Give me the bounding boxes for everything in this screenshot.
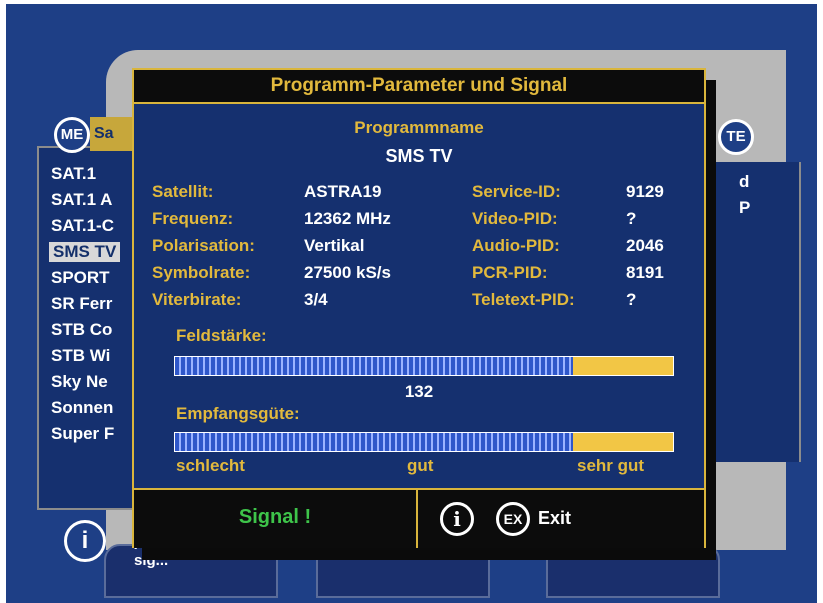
param-label-audio-pid: Audio-PID:: [472, 236, 560, 255]
channel-item[interactable]: Sonnen: [51, 398, 113, 418]
param-label-symbolrate: Symbolrate:: [152, 263, 251, 282]
param-value-video-pid: ?: [626, 209, 637, 228]
field-strength-bar: [174, 356, 674, 376]
field-strength-value: 132: [404, 382, 434, 401]
channel-item-selected[interactable]: SMS TV: [49, 242, 121, 262]
info-icon[interactable]: i: [440, 502, 474, 536]
param-value-satellite: ASTRA19: [304, 182, 382, 201]
right-side-panel: d P: [709, 162, 801, 462]
param-value-audio-pid: 2046: [626, 236, 664, 255]
scale-low-label: schlecht: [176, 456, 245, 475]
param-label-satellite: Satellit:: [152, 182, 214, 201]
channel-item[interactable]: Super F: [51, 424, 114, 444]
scale-mid-label: gut: [407, 456, 434, 475]
quality-fill: [175, 433, 574, 451]
tv-screen: SAT.1 SAT.1 A SAT.1-C SMS TV SPORT SR Fe…: [6, 4, 817, 603]
param-label-service-id: Service-ID:: [472, 182, 561, 201]
param-value-polarisation: Vertikal: [304, 236, 365, 255]
bottom-tab-3: [546, 544, 720, 598]
param-label-video-pid: Video-PID:: [472, 209, 558, 228]
channel-item[interactable]: SAT.1-C: [51, 216, 114, 236]
right-item: P: [739, 198, 751, 217]
signal-status: Signal !: [238, 506, 312, 528]
channel-item[interactable]: SR Ferr: [51, 294, 112, 314]
param-label-teletext-pid: Teletext-PID:: [472, 290, 575, 309]
channel-item[interactable]: Sky Ne: [51, 372, 108, 392]
param-value-pcr-pid: 8191: [626, 263, 664, 282]
exit-button-icon[interactable]: EX: [496, 502, 530, 536]
channel-item[interactable]: SAT.1 A: [51, 190, 112, 210]
bottom-hint-line2: sig...: [134, 552, 169, 569]
param-value-frequency: 12362 MHz: [304, 209, 391, 228]
footer-divider: [416, 490, 418, 548]
info-icon[interactable]: i: [64, 520, 106, 562]
bottom-tab-2: [316, 544, 490, 598]
te-button-icon[interactable]: TE: [718, 119, 754, 155]
field-strength-label: Feldstärke:: [176, 326, 267, 345]
param-value-teletext-pid: ?: [626, 290, 637, 309]
scale-high-label: sehr gut: [577, 456, 645, 475]
param-label-polarisation: Polarisation:: [152, 236, 255, 255]
program-caption: Programmname: [354, 118, 484, 137]
param-value-service-id: 9129: [626, 182, 664, 201]
dialog-title: Programm-Parameter und Signal: [134, 70, 704, 104]
program-name: SMS TV: [385, 146, 453, 166]
me-button-icon[interactable]: ME: [54, 117, 90, 153]
param-value-viterbirate: 3/4: [304, 290, 328, 309]
param-label-pcr-pid: PCR-PID:: [472, 263, 548, 282]
channel-item[interactable]: SAT.1: [51, 164, 96, 184]
param-label-viterbirate: Viterbirate:: [152, 290, 242, 309]
param-value-symbolrate: 27500 kS/s: [304, 263, 391, 282]
channel-item[interactable]: SPORT: [51, 268, 110, 288]
dialog-footer: Signal ! i EX Exit: [134, 488, 704, 548]
signal-dialog: Programm-Parameter und Signal Programmna…: [132, 68, 706, 548]
quality-label: Empfangsgüte:: [176, 404, 300, 423]
right-item: d: [739, 172, 750, 191]
exit-label[interactable]: Exit: [538, 508, 571, 529]
quality-bar: [174, 432, 674, 452]
param-label-frequency: Frequenz:: [152, 209, 234, 228]
field-strength-fill: [175, 357, 574, 375]
channel-item[interactable]: STB Wi: [51, 346, 110, 366]
channel-item[interactable]: STB Co: [51, 320, 112, 340]
bottom-tab-1: [104, 544, 278, 598]
